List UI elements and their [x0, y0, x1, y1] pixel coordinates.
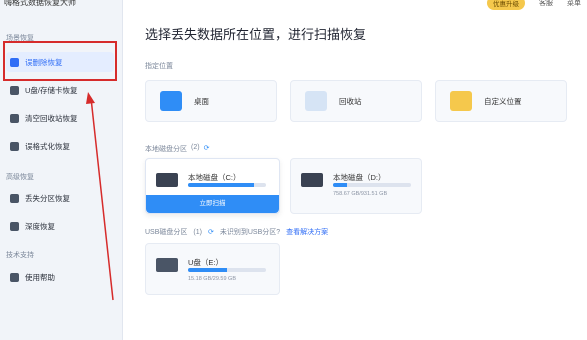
local-section: 本地磁盘分区 (2) ⟳: [145, 144, 209, 154]
location-label: 桌面: [194, 97, 209, 106]
upgrade-button[interactable]: 优惠升级: [487, 0, 525, 10]
disk-usage-fill: [333, 183, 348, 187]
location-recycle-card[interactable]: 回收站: [290, 80, 422, 122]
specified-section-title: 指定位置: [145, 63, 173, 70]
usb-section-count: (1): [193, 228, 202, 236]
disk-card-d[interactable]: 本地磁盘（D:） 758.67 GB/931.51 GB: [290, 158, 422, 214]
app-window: 嗨格式数据恢复大师 场景恢复 误删除恢复 U盘/存储卡恢复 清空回收站恢复 误格…: [0, 0, 587, 340]
menu-button[interactable]: 菜单: [567, 0, 581, 8]
location-label: 回收站: [339, 97, 362, 106]
disk-name: U盘（E:）: [188, 258, 224, 267]
main-panel: 优惠升级 客服 菜单 选择丢失数据所在位置，进行扫描恢复 指定位置 桌面 回收站…: [123, 0, 587, 340]
disk-icon: [301, 173, 323, 187]
disk-size: 15.18 GB/29.59 GB: [188, 276, 237, 282]
disk-size: 758.67 GB/931.51 GB: [333, 191, 388, 197]
refresh-icon[interactable]: ⟳: [208, 228, 214, 236]
disk-usage-fill: [188, 183, 255, 187]
folder-icon: [450, 91, 472, 111]
service-button[interactable]: 客服: [539, 0, 553, 8]
disk-name: 本地磁盘（C:）: [188, 173, 241, 182]
usb-unrecognized-text: 未识别到USB分区?: [219, 229, 281, 236]
scan-now-button[interactable]: 立即扫描: [146, 195, 279, 213]
refresh-icon[interactable]: ⟳: [204, 144, 210, 154]
disk-usage-bar: [188, 268, 266, 272]
location-desktop-card[interactable]: 桌面: [145, 80, 277, 122]
disk-card-c[interactable]: 本地磁盘（C:） 立即扫描: [145, 158, 280, 214]
page-title: 选择丢失数据所在位置，进行扫描恢复: [145, 27, 367, 42]
recycle-bin-icon: [305, 91, 327, 111]
top-controls: 优惠升级 客服 菜单: [487, 0, 581, 10]
usb-disk-card-e[interactable]: U盘（E:） 15.18 GB/29.59 GB: [145, 243, 280, 295]
disk-icon: [156, 173, 178, 187]
usb-section-title: USB磁盘分区: [145, 229, 188, 236]
location-label: 自定义位置: [484, 97, 522, 106]
disk-usage-fill: [188, 268, 227, 272]
disk-usage-bar: [333, 183, 411, 187]
local-section-count: (2): [191, 144, 200, 151]
local-section-title: 本地磁盘分区: [145, 146, 187, 153]
usb-drive-icon: [156, 258, 178, 272]
disk-usage-bar: [188, 183, 266, 187]
view-solution-link[interactable]: 查看解决方案: [286, 227, 328, 237]
location-custom-card[interactable]: 自定义位置: [435, 80, 567, 122]
usb-section: USB磁盘分区 (1) ⟳ 未识别到USB分区? 查看解决方案: [145, 227, 328, 237]
desktop-icon: [160, 91, 182, 111]
disk-name: 本地磁盘（D:）: [333, 173, 386, 182]
